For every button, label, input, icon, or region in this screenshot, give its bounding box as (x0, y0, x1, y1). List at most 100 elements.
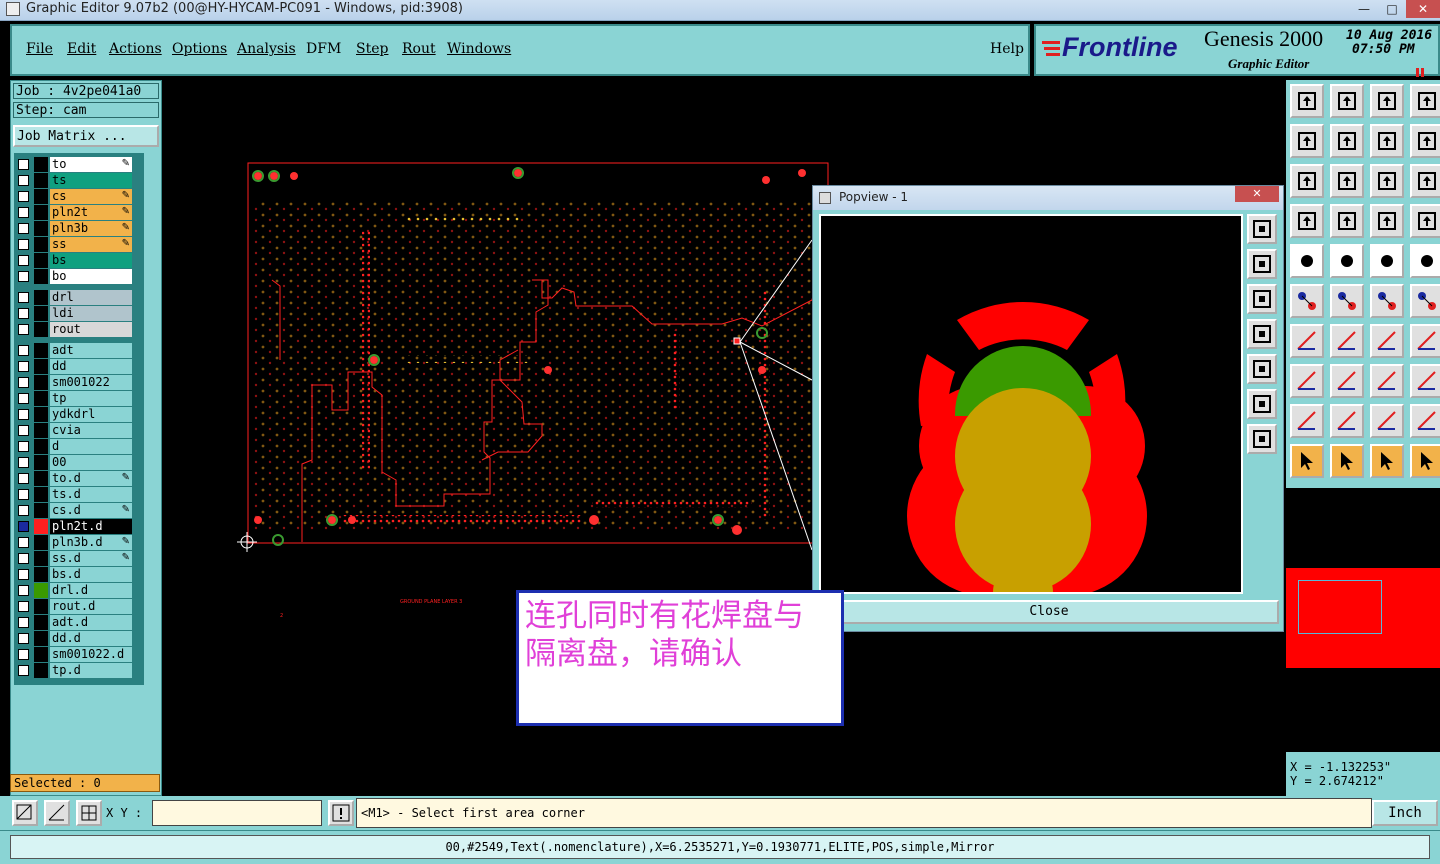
layer-name[interactable]: to.d (50, 471, 132, 486)
layer-color-swatch[interactable] (34, 290, 48, 305)
pad-icon[interactable] (1290, 244, 1324, 278)
layer-checkbox[interactable] (18, 292, 29, 303)
popview-step-left-icon[interactable] (1247, 319, 1277, 349)
step-left-icon[interactable] (1290, 124, 1324, 158)
window-icon[interactable] (1410, 84, 1440, 118)
layer-color-swatch[interactable] (34, 205, 48, 220)
layer-row[interactable]: bs.d (16, 567, 132, 582)
layer-row[interactable]: tp.d (16, 663, 132, 678)
popview-canvas[interactable] (819, 214, 1243, 594)
layer-name[interactable]: pln2t (50, 205, 132, 220)
layer-color-swatch[interactable] (34, 615, 48, 630)
xy-input[interactable] (152, 800, 322, 826)
brush-icon[interactable] (1290, 204, 1324, 238)
popview-title-bar[interactable]: Popview - 1 ✕ (813, 186, 1283, 210)
select-arrow-circle-icon[interactable] (1370, 444, 1404, 478)
ruler-icon[interactable] (1370, 244, 1404, 278)
layer-row[interactable]: to.d ✎ (16, 471, 132, 486)
layer-checkbox[interactable] (18, 617, 29, 628)
layer-color-swatch[interactable] (34, 407, 48, 422)
layer-color-swatch[interactable] (34, 343, 48, 358)
layer-row[interactable]: pln2t.d ✎ (16, 519, 132, 534)
layer-row[interactable]: sm001022.d (16, 647, 132, 662)
layer-row[interactable]: rout.d (16, 599, 132, 614)
layer-color-swatch[interactable] (34, 439, 48, 454)
select-arrow-icon[interactable] (1290, 444, 1324, 478)
layer-checkbox[interactable] (18, 521, 29, 532)
layer-checkbox[interactable] (18, 159, 29, 170)
layer-name[interactable]: 00 (50, 455, 132, 470)
group-icon[interactable] (1410, 364, 1440, 398)
layer-name[interactable]: drl.d (50, 583, 132, 598)
triangle-a-icon[interactable] (1330, 404, 1364, 438)
layer-name[interactable]: adt (50, 343, 132, 358)
layer-name[interactable]: ldi (50, 306, 132, 321)
layer-checkbox[interactable] (18, 441, 29, 452)
layer-row[interactable]: ydkdrl (16, 407, 132, 422)
layer-name[interactable]: drl (50, 290, 132, 305)
layer-color-swatch[interactable] (34, 322, 48, 337)
layer-checkbox[interactable] (18, 377, 29, 388)
traffic-light-alt-icon[interactable] (1410, 204, 1440, 238)
layer-row[interactable]: adt.d (16, 615, 132, 630)
traffic-light-icon[interactable] (1370, 204, 1404, 238)
layer-row[interactable]: d (16, 439, 132, 454)
key-icon[interactable] (1330, 204, 1364, 238)
layer-color-swatch[interactable] (34, 189, 48, 204)
menu-help[interactable]: Help (990, 41, 1024, 57)
select-arrow-box-icon[interactable] (1330, 444, 1364, 478)
layer-checkbox[interactable] (18, 457, 29, 468)
zoom-area-icon[interactable] (12, 800, 38, 826)
maximize-button[interactable]: □ (1378, 0, 1406, 18)
arrow-point-alt-icon[interactable] (1410, 284, 1440, 318)
layer-color-swatch[interactable] (34, 663, 48, 678)
layer-name[interactable]: cs (50, 189, 132, 204)
layer-checkbox[interactable] (18, 409, 29, 420)
layer-name[interactable]: dd.d (50, 631, 132, 646)
layer-color-swatch[interactable] (34, 567, 48, 582)
popview-center-icon[interactable] (1247, 424, 1277, 454)
layer-name[interactable]: ts.d (50, 487, 132, 502)
navigation-map[interactable] (1286, 488, 1440, 752)
layer-color-swatch[interactable] (34, 519, 48, 534)
popview-zoom-out-icon[interactable] (1247, 249, 1277, 279)
layer-row[interactable]: pln2t ✎ (16, 205, 132, 220)
layer-color-swatch[interactable] (34, 157, 48, 172)
layer-color-swatch[interactable] (34, 647, 48, 662)
layer-name[interactable]: bo (50, 269, 132, 284)
layer-name[interactable]: pln3b (50, 221, 132, 236)
popview-step-right-icon[interactable] (1247, 354, 1277, 384)
layer-checkbox[interactable] (18, 537, 29, 548)
menu-step[interactable]: Step (356, 41, 388, 57)
layer-row[interactable]: 00 (16, 455, 132, 470)
popview-pan-icon[interactable] (1247, 284, 1277, 314)
layer-name[interactable]: sm001022.d (50, 647, 132, 662)
layer-color-swatch[interactable] (34, 423, 48, 438)
layer-checkbox[interactable] (18, 425, 29, 436)
units-button[interactable]: Inch (1372, 800, 1438, 826)
layer-row[interactable]: ss ✎ (16, 237, 132, 252)
layer-checkbox[interactable] (18, 473, 29, 484)
layer-checkbox[interactable] (18, 633, 29, 644)
layer-checkbox[interactable] (18, 255, 29, 266)
layer-row[interactable]: drl (16, 290, 132, 305)
zoom-fit-icon[interactable] (1290, 164, 1324, 198)
layer-name[interactable]: ss.d (50, 551, 132, 566)
toggle-icon[interactable] (1370, 124, 1404, 158)
cross-icon[interactable] (1330, 284, 1364, 318)
popview-fit-icon[interactable] (1247, 389, 1277, 419)
line-split-icon[interactable] (1330, 364, 1364, 398)
layer-checkbox[interactable] (18, 553, 29, 564)
menu-windows[interactable]: Windows (447, 41, 511, 57)
nav-map-viewport[interactable] (1298, 580, 1382, 634)
layer-name[interactable]: adt.d (50, 615, 132, 630)
scale-icon[interactable] (1370, 164, 1404, 198)
menu-options[interactable]: Options (172, 41, 227, 57)
layer-row[interactable]: ts (16, 173, 132, 188)
layer-color-swatch[interactable] (34, 503, 48, 518)
layer-color-swatch[interactable] (34, 359, 48, 374)
triangle-b-icon[interactable] (1370, 404, 1404, 438)
layer-name[interactable]: ss (50, 237, 132, 252)
measure-icon[interactable] (44, 800, 70, 826)
layer-name[interactable]: bs.d (50, 567, 132, 582)
